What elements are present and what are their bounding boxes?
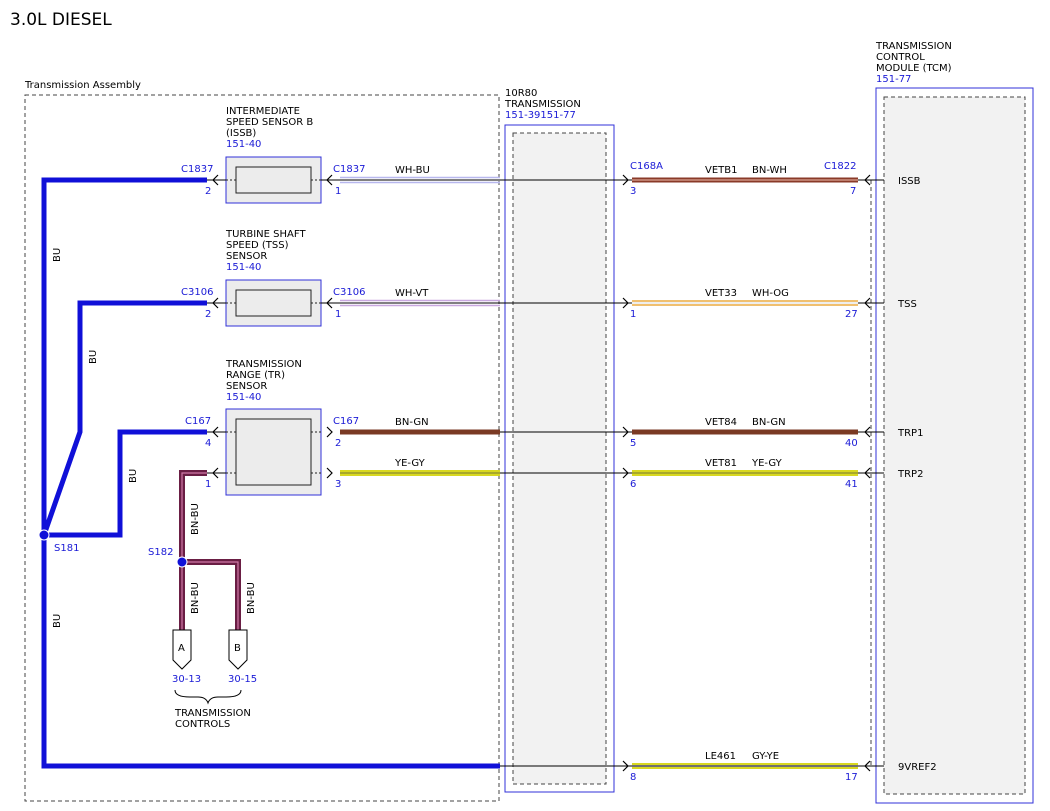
connector-b-label: B <box>234 643 241 654</box>
tss-label-3: SENSOR <box>226 251 267 262</box>
pin-trans-1: 1 <box>630 309 636 320</box>
color-bn-gn: BN-GN <box>752 417 786 428</box>
tss-sensor-core <box>235 289 312 317</box>
wire-label-bu-1: BU <box>52 248 63 262</box>
control-ref-a: 30-13 <box>172 674 201 685</box>
splice-s181 <box>38 529 50 541</box>
circuit-vet81: VET81 <box>705 458 737 469</box>
wire-label-bnbu-3: BN-BU <box>246 582 257 614</box>
connector-c3106-left: C3106 <box>181 287 213 298</box>
assembly-label: Transmission Assembly <box>24 80 141 91</box>
transmission-name-1: 10R80 <box>505 88 537 99</box>
issb-ref: 151-40 <box>226 139 261 150</box>
pin-issb-left: 2 <box>205 186 211 197</box>
color-ye-gy: YE-GY <box>751 458 783 469</box>
tss-circuit-wire <box>632 300 858 306</box>
tr-label-2: RANGE (TR) <box>226 370 285 381</box>
signal-issb: ISSB <box>898 176 921 187</box>
tss-left-wire <box>321 299 500 307</box>
pin-tcm-41: 41 <box>845 479 858 490</box>
connector-c3106-right: C3106 <box>333 287 365 298</box>
pin-issb-right: 1 <box>335 186 341 197</box>
pin-tr-right-bot: 3 <box>335 479 341 490</box>
page-title: 3.0L DIESEL <box>10 10 112 30</box>
tcm-name-2: CONTROL <box>876 52 925 63</box>
tr-label-3: SENSOR <box>226 381 267 392</box>
pin-tcm-27: 27 <box>845 309 858 320</box>
wire-label-bu-4: BU <box>52 614 63 628</box>
connector-c1837-left: C1837 <box>181 164 213 175</box>
connector-c168a: C168A <box>630 161 663 172</box>
tss-label-1: TURBINE SHAFT <box>225 229 306 240</box>
circuit-vet84: VET84 <box>705 417 737 428</box>
control-ref-b: 30-15 <box>228 674 257 685</box>
pin-trans-5: 5 <box>630 438 636 449</box>
issb-label-3: (ISSB) <box>226 128 256 139</box>
tr-label-1: TRANSMISSION <box>225 359 302 370</box>
pin-tr-left-top: 4 <box>205 438 211 449</box>
issb-label-2: SPEED SENSOR B <box>226 117 313 128</box>
tss-label-2: SPEED (TSS) <box>226 240 289 251</box>
wire-ye-gy: YE-GY <box>394 458 426 469</box>
wire-label-bu-2: BU <box>88 350 99 364</box>
wire-bn-gn: BN-GN <box>395 417 429 428</box>
tss-ref: 151-40 <box>226 262 261 273</box>
connector-c167-right: C167 <box>333 416 359 427</box>
color-gy-ye: GY-YE <box>752 751 779 762</box>
controls-label-2: CONTROLS <box>175 719 230 730</box>
tr-sensor-core <box>235 418 312 486</box>
circuit-vet33: VET33 <box>705 288 737 299</box>
color-bn-wh: BN-WH <box>752 165 787 176</box>
connector-a-label: A <box>178 643 185 654</box>
pin-tcm-17: 17 <box>845 772 858 783</box>
pin-trans-3: 3 <box>630 186 636 197</box>
connector-c1837-right: C1837 <box>333 164 365 175</box>
splice-s182 <box>176 556 188 568</box>
pin-tr-left-bot: 1 <box>205 479 211 490</box>
wire-label-bnbu-1: BN-BU <box>190 503 201 535</box>
transmission-name-2: TRANSMISSION <box>504 99 581 110</box>
splice-label-s182: S182 <box>148 547 173 558</box>
tcm-name-1: TRANSMISSION <box>875 41 952 52</box>
circuit-vetb1: VETB1 <box>705 165 738 176</box>
issb-label-1: INTERMEDIATE <box>226 106 300 117</box>
signal-9vref2: 9VREF2 <box>898 762 937 773</box>
pin-trans-8: 8 <box>630 772 636 783</box>
pin-trans-6: 6 <box>630 479 636 490</box>
issb-left-wire <box>321 176 500 184</box>
signal-trp1: TRP1 <box>897 428 923 439</box>
wire-label-bu-3: BU <box>128 469 139 483</box>
pin-tss-left: 2 <box>205 309 211 320</box>
wire-wh-vt: WH-VT <box>395 288 429 299</box>
transmission-inner <box>512 132 607 785</box>
pin-tcm-7: 7 <box>850 186 856 197</box>
tr-ref: 151-40 <box>226 392 261 403</box>
controls-label-1: TRANSMISSION <box>174 708 251 719</box>
controls-brace <box>174 689 242 705</box>
issb-sensor-core <box>235 166 312 194</box>
signal-trp2: TRP2 <box>897 469 923 480</box>
splice-label-s181: S181 <box>54 543 79 554</box>
wiring-diagram: 3.0L DIESEL Transmission Assembly 10R80 … <box>10 10 1034 804</box>
wire-label-bnbu-2: BN-BU <box>190 582 201 614</box>
pin-tss-right: 1 <box>335 309 341 320</box>
transmission-ref: 151-39151-77 <box>505 110 576 121</box>
wire-wh-bu: WH-BU <box>395 165 430 176</box>
connector-c167-left: C167 <box>185 416 211 427</box>
connector-c1822: C1822 <box>824 161 856 172</box>
pin-tcm-40: 40 <box>845 438 858 449</box>
signal-tss: TSS <box>897 299 917 310</box>
tcm-name-3: MODULE (TCM) <box>876 63 952 74</box>
tcm-inner <box>883 96 1026 795</box>
color-wh-og: WH-OG <box>752 288 789 299</box>
tcm-ref: 151-77 <box>876 74 911 85</box>
pin-tr-right-top: 2 <box>335 438 341 449</box>
circuit-le461: LE461 <box>705 751 736 762</box>
